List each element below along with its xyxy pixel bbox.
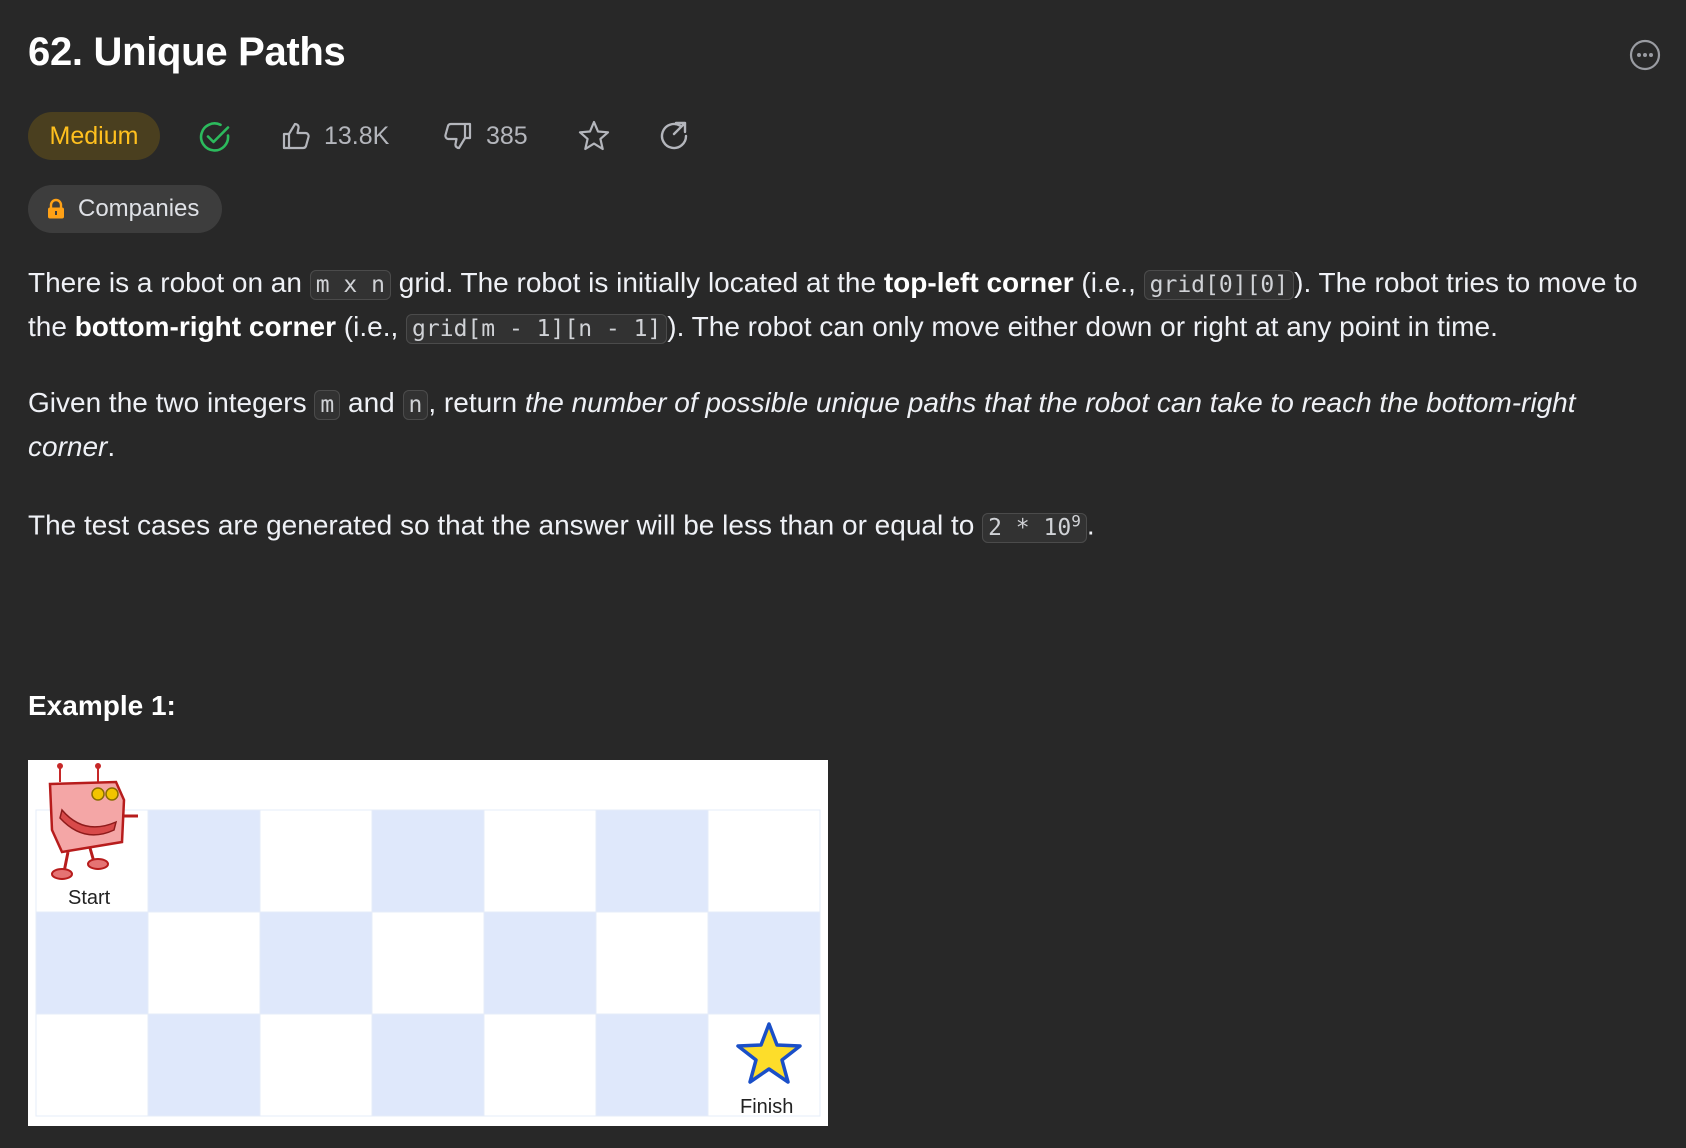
- grid-cell: [371, 809, 485, 913]
- grid-cell: [35, 1013, 149, 1117]
- thumbs-up-icon: [282, 122, 310, 150]
- inline-code: 2 * 109: [982, 511, 1087, 543]
- grid-cell: [259, 1013, 373, 1117]
- more-options-icon[interactable]: [1628, 38, 1662, 72]
- grid-cell: [35, 911, 149, 1015]
- grid-cell: [595, 1013, 709, 1117]
- description-paragraph: The test cases are generated so that the…: [28, 509, 1095, 543]
- inline-code: m: [314, 390, 341, 420]
- share-icon[interactable]: [656, 118, 692, 154]
- grid-illustration: Start Finish: [35, 763, 821, 1118]
- difficulty-badge: Medium: [28, 112, 160, 160]
- grid-cell: [371, 1013, 485, 1117]
- like-count: 13.8K: [324, 121, 390, 150]
- bold-text: bottom-right corner: [74, 311, 337, 342]
- finish-label: Finish: [740, 1096, 793, 1118]
- inline-code: n: [402, 390, 429, 420]
- grid-cell: [707, 911, 821, 1015]
- example-grid-image: Start Finish: [28, 760, 828, 1126]
- companies-button[interactable]: Companies: [28, 185, 222, 233]
- grid-cell: [259, 911, 373, 1015]
- grid-cell: [483, 809, 597, 913]
- inline-code: grid[0][0]: [1143, 270, 1295, 300]
- grid-cell: [595, 911, 709, 1015]
- grid-cell: [147, 911, 261, 1015]
- inline-code: grid[m - 1][n - 1]: [406, 314, 668, 344]
- favorite-star-icon[interactable]: [576, 118, 612, 154]
- description-paragraph: There is a robot on an m x n grid. The r…: [28, 267, 1638, 344]
- problem-meta-row: Medium 13.8K 385: [28, 112, 788, 160]
- grid-cell: [595, 809, 709, 913]
- companies-label: Companies: [78, 195, 200, 222]
- grid-cell: [707, 809, 821, 913]
- start-label: Start: [68, 887, 111, 909]
- like-button[interactable]: 13.8K: [280, 118, 389, 154]
- problem-description: There is a robot on an m x n grid. The r…: [28, 262, 1664, 581]
- problem-title: 62. Unique Paths: [28, 30, 346, 74]
- description-paragraph: Given the two integers m and n, return t…: [28, 387, 1576, 462]
- dislike-button[interactable]: 385: [442, 118, 528, 154]
- bold-text: top-left corner: [883, 267, 1074, 298]
- example-title: Example 1:: [28, 690, 176, 721]
- grid-cell: [147, 1013, 261, 1117]
- inline-code: m x n: [309, 270, 391, 300]
- solved-check-icon: [199, 122, 230, 152]
- grid-cell: [371, 911, 485, 1015]
- dislike-count: 385: [486, 121, 528, 150]
- thumbs-down-icon: [444, 122, 472, 150]
- grid-cell: [259, 809, 373, 913]
- grid-cell: [483, 1013, 597, 1117]
- lock-icon: [48, 198, 64, 219]
- grid-cell: [483, 911, 597, 1015]
- grid-cell: [147, 809, 261, 913]
